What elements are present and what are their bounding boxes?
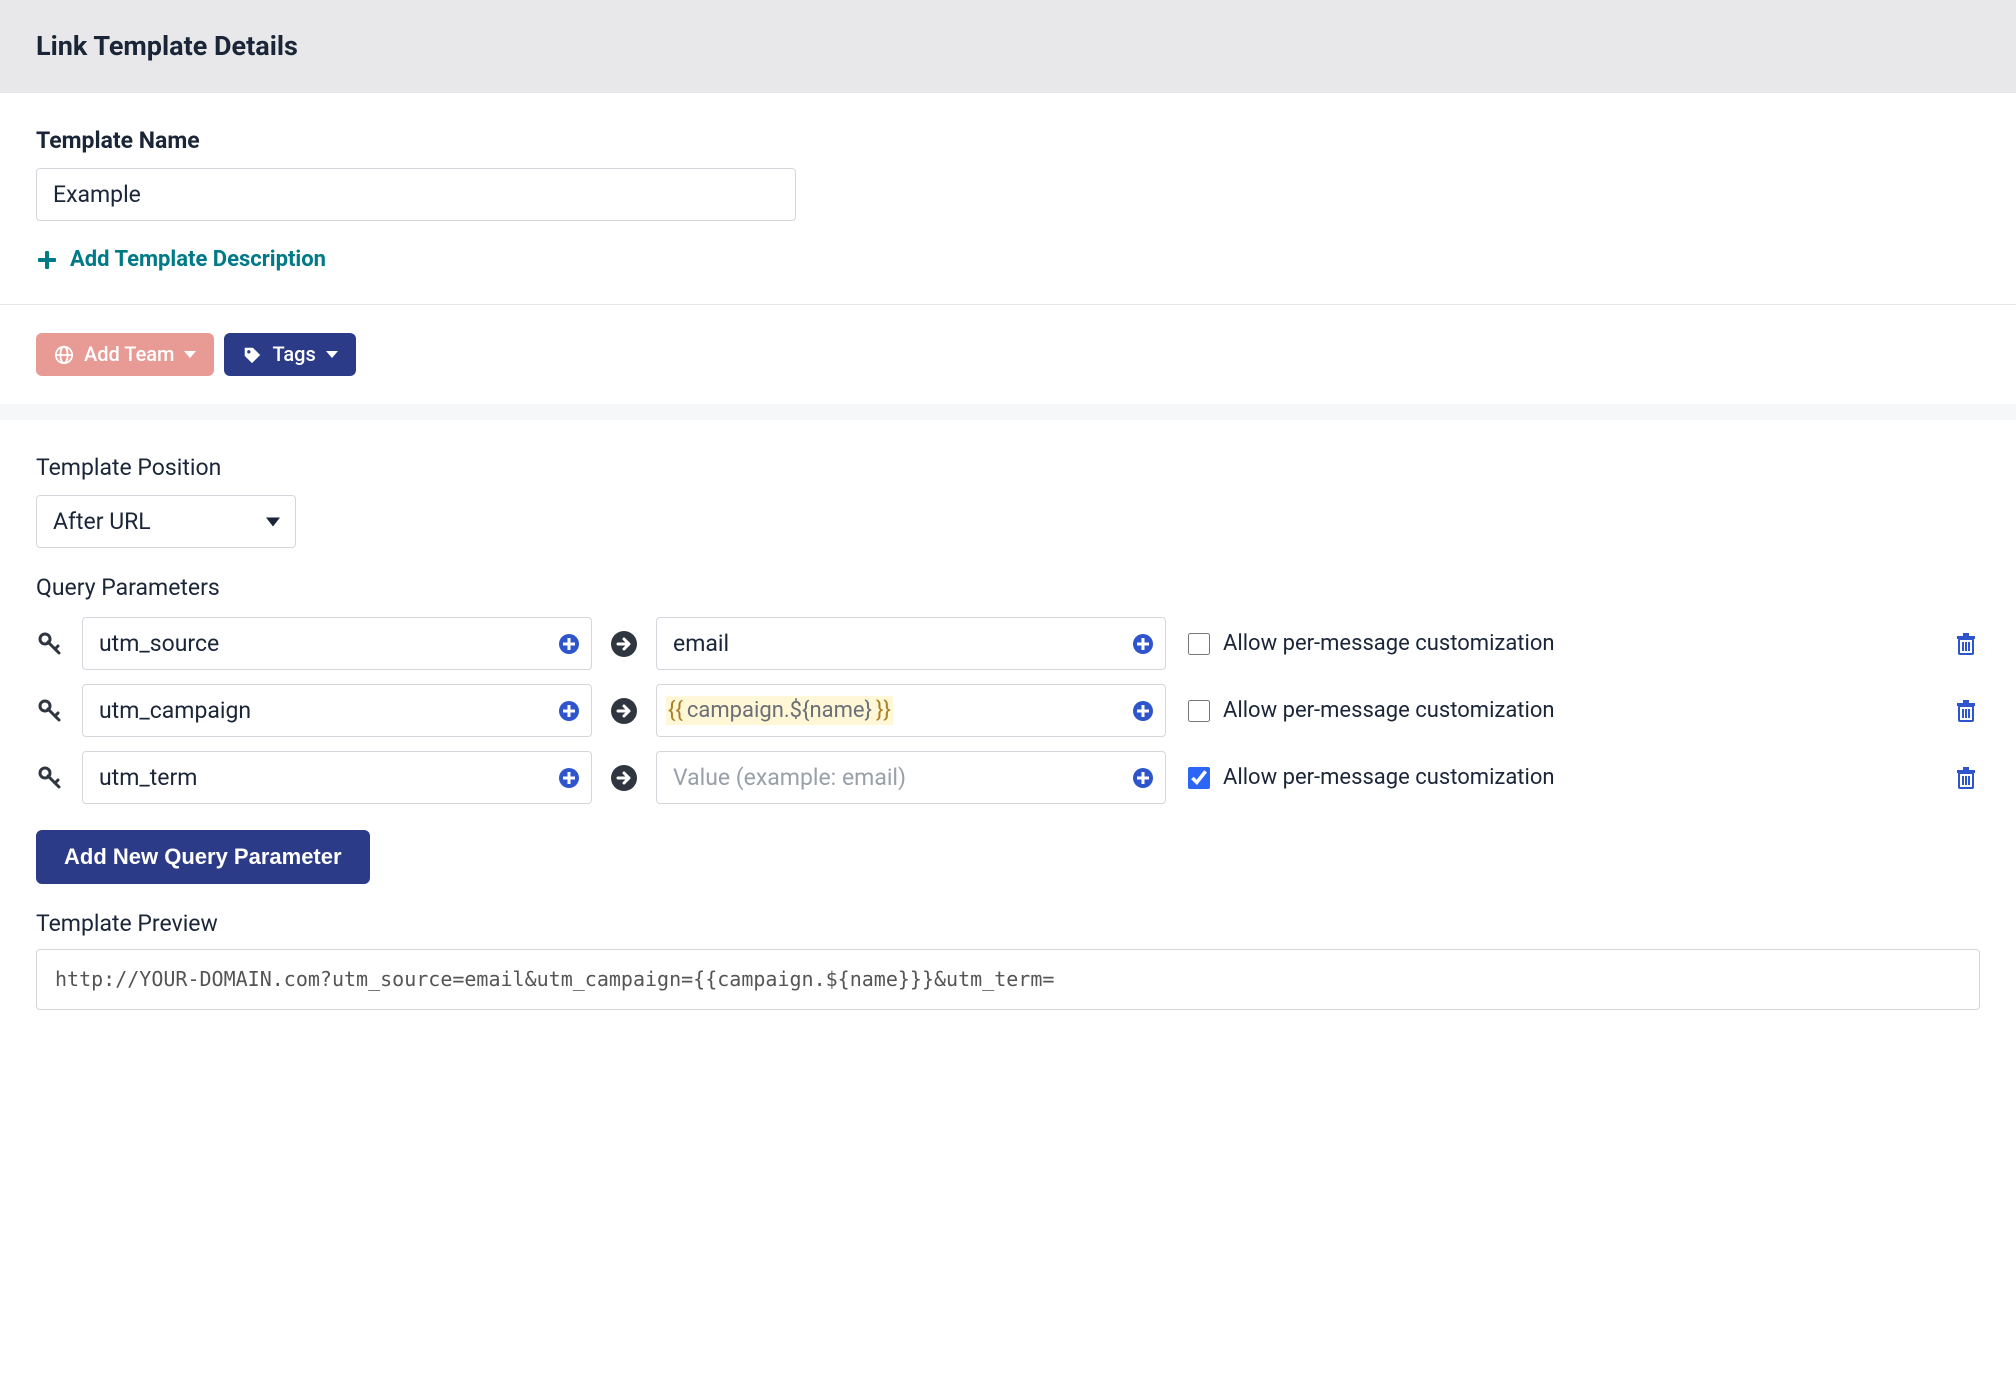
key-icon [36, 699, 64, 723]
tags-label: Tags [272, 341, 315, 368]
query-parameter-row: Allow per-message customization [36, 617, 1980, 670]
insert-variable-value-button[interactable] [1132, 700, 1154, 722]
param-key-input[interactable] [82, 684, 592, 737]
allow-customization-checkbox-wrap[interactable]: Allow per-message customization [1184, 629, 1936, 659]
insert-variable-value-button[interactable] [1132, 767, 1154, 789]
template-name-section: Template Name Add Template Description [0, 93, 2016, 305]
delete-row-button[interactable] [1954, 699, 1980, 723]
allow-customization-checkbox[interactable] [1188, 767, 1210, 789]
add-description-button[interactable]: Add Template Description [36, 245, 326, 275]
allow-customization-label: Allow per-message customization [1223, 629, 1555, 659]
insert-variable-value-button[interactable] [1132, 633, 1154, 655]
param-value-input[interactable] [656, 617, 1166, 670]
template-position-select[interactable]: After URL [36, 495, 296, 548]
template-name-input[interactable] [36, 168, 796, 221]
allow-customization-checkbox[interactable] [1188, 700, 1210, 722]
allow-customization-checkbox-wrap[interactable]: Allow per-message customization [1184, 696, 1936, 726]
tags-button[interactable]: Tags [224, 333, 355, 376]
insert-variable-key-button[interactable] [558, 700, 580, 722]
insert-variable-key-button[interactable] [558, 767, 580, 789]
page-title: Link Template Details [36, 28, 1980, 64]
param-key-input[interactable] [82, 617, 592, 670]
key-icon [36, 766, 64, 790]
template-position-label: Template Position [36, 452, 1980, 483]
caret-down-icon [326, 351, 338, 358]
param-value-input[interactable] [656, 751, 1166, 804]
globe-icon [54, 345, 74, 365]
query-parameter-row: Allow per-message customization [36, 751, 1980, 804]
allow-customization-label: Allow per-message customization [1223, 696, 1555, 726]
page-header: Link Template Details [0, 0, 2016, 93]
template-position-section: Template Position After URL Query Parame… [0, 420, 2016, 1042]
query-parameter-row: {{campaign.${name}}} Allow per-message c… [36, 684, 1980, 737]
template-name-label: Template Name [36, 125, 1980, 156]
query-parameters-heading: Query Parameters [36, 572, 1980, 603]
allow-customization-checkbox[interactable] [1188, 633, 1210, 655]
allow-customization-label: Allow per-message customization [1223, 763, 1555, 793]
template-preview-label: Template Preview [36, 908, 1980, 939]
arrow-right-icon [610, 764, 638, 792]
key-icon [36, 632, 64, 656]
add-query-parameter-button[interactable]: Add New Query Parameter [36, 830, 370, 884]
plus-icon [36, 249, 58, 271]
tags-section: Add Team Tags [0, 305, 2016, 420]
arrow-right-icon [610, 697, 638, 725]
add-team-label: Add Team [84, 341, 174, 368]
param-key-input[interactable] [82, 751, 592, 804]
add-team-button[interactable]: Add Team [36, 333, 214, 376]
caret-down-icon [184, 351, 196, 358]
add-description-label: Add Template Description [70, 245, 326, 275]
templated-value-chip: {{campaign.${name}}} [666, 696, 893, 726]
arrow-right-icon [610, 630, 638, 658]
tag-icon [242, 345, 262, 365]
insert-variable-key-button[interactable] [558, 633, 580, 655]
template-preview-output: http://YOUR-DOMAIN.com?utm_source=email&… [36, 949, 1980, 1010]
delete-row-button[interactable] [1954, 632, 1980, 656]
delete-row-button[interactable] [1954, 766, 1980, 790]
allow-customization-checkbox-wrap[interactable]: Allow per-message customization [1184, 763, 1936, 793]
query-parameters-list: Allow per-message customization {{campai… [36, 617, 1980, 804]
